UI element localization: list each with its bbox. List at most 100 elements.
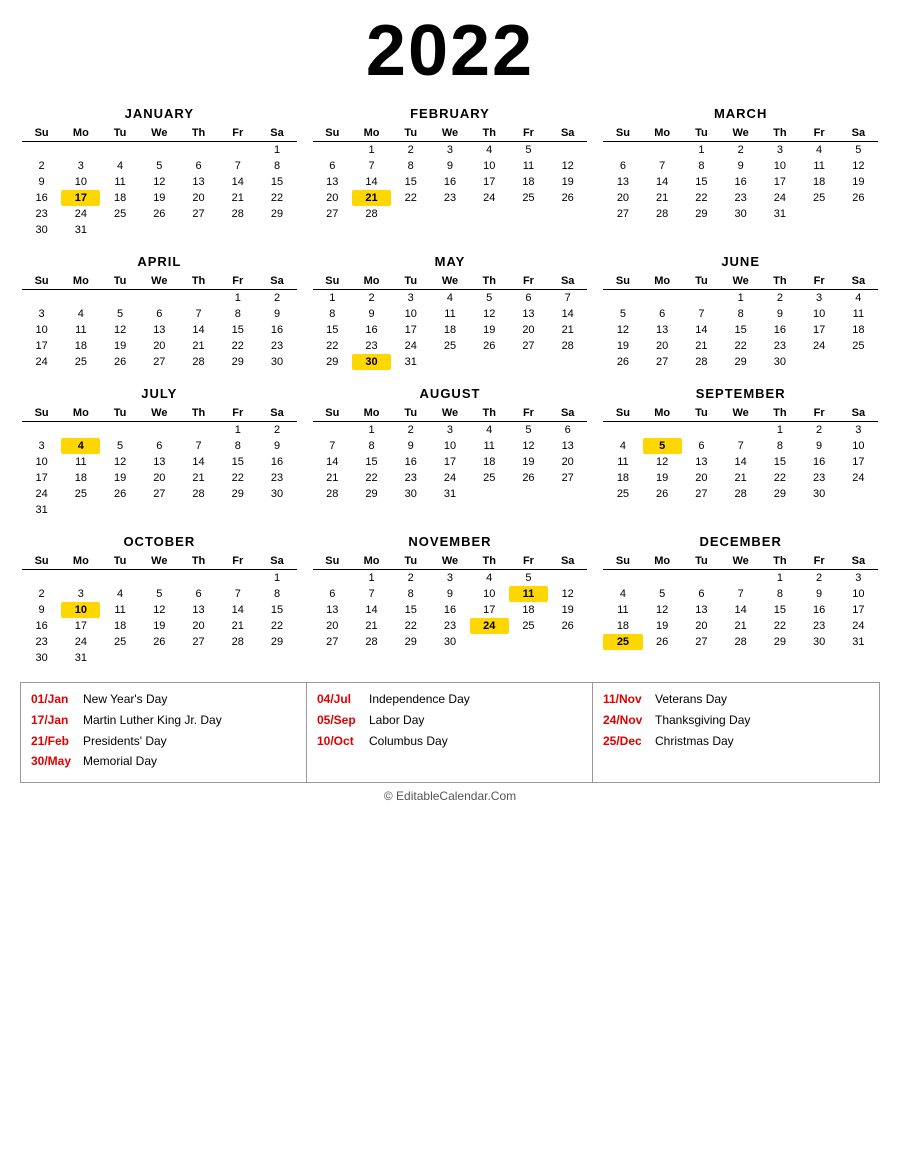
cal-day [179, 570, 218, 587]
day-header-th: Th [470, 405, 509, 422]
day-header-mo: Mo [352, 273, 391, 290]
cal-day [721, 422, 760, 439]
cal-day: 11 [800, 158, 839, 174]
cal-day: 29 [218, 354, 257, 370]
cal-day: 31 [61, 650, 100, 666]
cal-day [603, 290, 642, 307]
cal-day: 30 [800, 486, 839, 502]
day-header-su: Su [22, 125, 61, 142]
cal-day: 8 [391, 586, 430, 602]
month-block-july: JULYSuMoTuWeThFrSa1234567891011121314151… [20, 382, 299, 522]
month-block-june: JUNESuMoTuWeThFrSa1234567891011121314151… [601, 250, 880, 374]
cal-day: 12 [509, 438, 548, 454]
cal-day: 21 [218, 190, 257, 206]
cal-day: 14 [218, 174, 257, 190]
cal-day: 2 [800, 570, 839, 587]
cal-day: 8 [218, 438, 257, 454]
cal-day: 18 [509, 174, 548, 190]
cal-day [179, 650, 218, 666]
table-row: 9101112131415 [22, 602, 297, 618]
cal-day: 22 [352, 470, 391, 486]
table-row: 2627282930 [603, 354, 878, 370]
cal-day: 15 [313, 322, 352, 338]
cal-day: 13 [509, 306, 548, 322]
month-name: AUGUST [313, 386, 588, 401]
cal-day: 25 [100, 206, 139, 222]
cal-day: 16 [352, 322, 391, 338]
cal-day [140, 290, 179, 307]
table-row: 13141516171819 [313, 602, 588, 618]
day-header-fr: Fr [509, 553, 548, 570]
table-row: 2728293031 [603, 206, 878, 222]
cal-day: 8 [313, 306, 352, 322]
holiday-name: Christmas Day [655, 733, 734, 750]
table-row: 16171819202122 [22, 618, 297, 634]
cal-day [603, 422, 642, 439]
cal-day [313, 142, 352, 159]
cal-day: 14 [313, 454, 352, 470]
cal-day: 21 [218, 618, 257, 634]
cal-day: 5 [643, 586, 682, 602]
holiday-date: 05/Sep [317, 712, 369, 729]
day-header-we: We [430, 405, 469, 422]
cal-day: 30 [257, 354, 296, 370]
day-header-sa: Sa [548, 553, 587, 570]
table-row: 20212223242526 [313, 190, 588, 206]
table-row: 123456 [313, 422, 588, 439]
table-row: 27282930 [313, 634, 588, 650]
holiday-row: 10/OctColumbus Day [317, 733, 582, 750]
cal-day: 31 [839, 634, 878, 650]
cal-day [61, 422, 100, 439]
cal-day [218, 502, 257, 518]
cal-day: 4 [603, 586, 642, 602]
table-row: 891011121314 [313, 306, 588, 322]
cal-day: 1 [313, 290, 352, 307]
cal-day [839, 486, 878, 502]
cal-day: 26 [509, 470, 548, 486]
day-header-we: We [140, 273, 179, 290]
day-header-fr: Fr [218, 125, 257, 142]
day-header-mo: Mo [643, 553, 682, 570]
holiday-date: 17/Jan [31, 712, 83, 729]
day-header-fr: Fr [218, 405, 257, 422]
cal-day: 29 [257, 634, 296, 650]
cal-day: 18 [430, 322, 469, 338]
day-header-th: Th [179, 405, 218, 422]
month-name: MAY [313, 254, 588, 269]
cal-day: 21 [313, 470, 352, 486]
cal-day: 19 [643, 470, 682, 486]
cal-day [140, 142, 179, 159]
cal-day: 25 [509, 190, 548, 206]
cal-day: 5 [643, 438, 682, 454]
day-header-we: We [140, 553, 179, 570]
table-row: 252627282930 [603, 486, 878, 502]
cal-day [179, 142, 218, 159]
table-row: 11121314151617 [603, 602, 878, 618]
day-header-fr: Fr [800, 405, 839, 422]
cal-day: 9 [760, 306, 799, 322]
month-name: SEPTEMBER [603, 386, 878, 401]
cal-day: 8 [218, 306, 257, 322]
cal-day [839, 354, 878, 370]
cal-day: 23 [430, 190, 469, 206]
cal-day: 13 [603, 174, 642, 190]
cal-day: 30 [22, 650, 61, 666]
day-header-sa: Sa [548, 125, 587, 142]
cal-day: 19 [100, 338, 139, 354]
cal-day: 2 [257, 422, 296, 439]
table-row: 45678910 [603, 586, 878, 602]
cal-day: 26 [603, 354, 642, 370]
table-row: 12345 [603, 142, 878, 159]
cal-day: 21 [352, 618, 391, 634]
cal-day: 16 [22, 618, 61, 634]
cal-day: 18 [603, 470, 642, 486]
cal-day: 20 [179, 190, 218, 206]
cal-day: 19 [470, 322, 509, 338]
cal-day: 27 [509, 338, 548, 354]
cal-day [100, 422, 139, 439]
cal-day [800, 354, 839, 370]
day-header-th: Th [470, 273, 509, 290]
cal-day: 4 [61, 438, 100, 454]
cal-day: 22 [313, 338, 352, 354]
table-row: 10111213141516 [22, 322, 297, 338]
